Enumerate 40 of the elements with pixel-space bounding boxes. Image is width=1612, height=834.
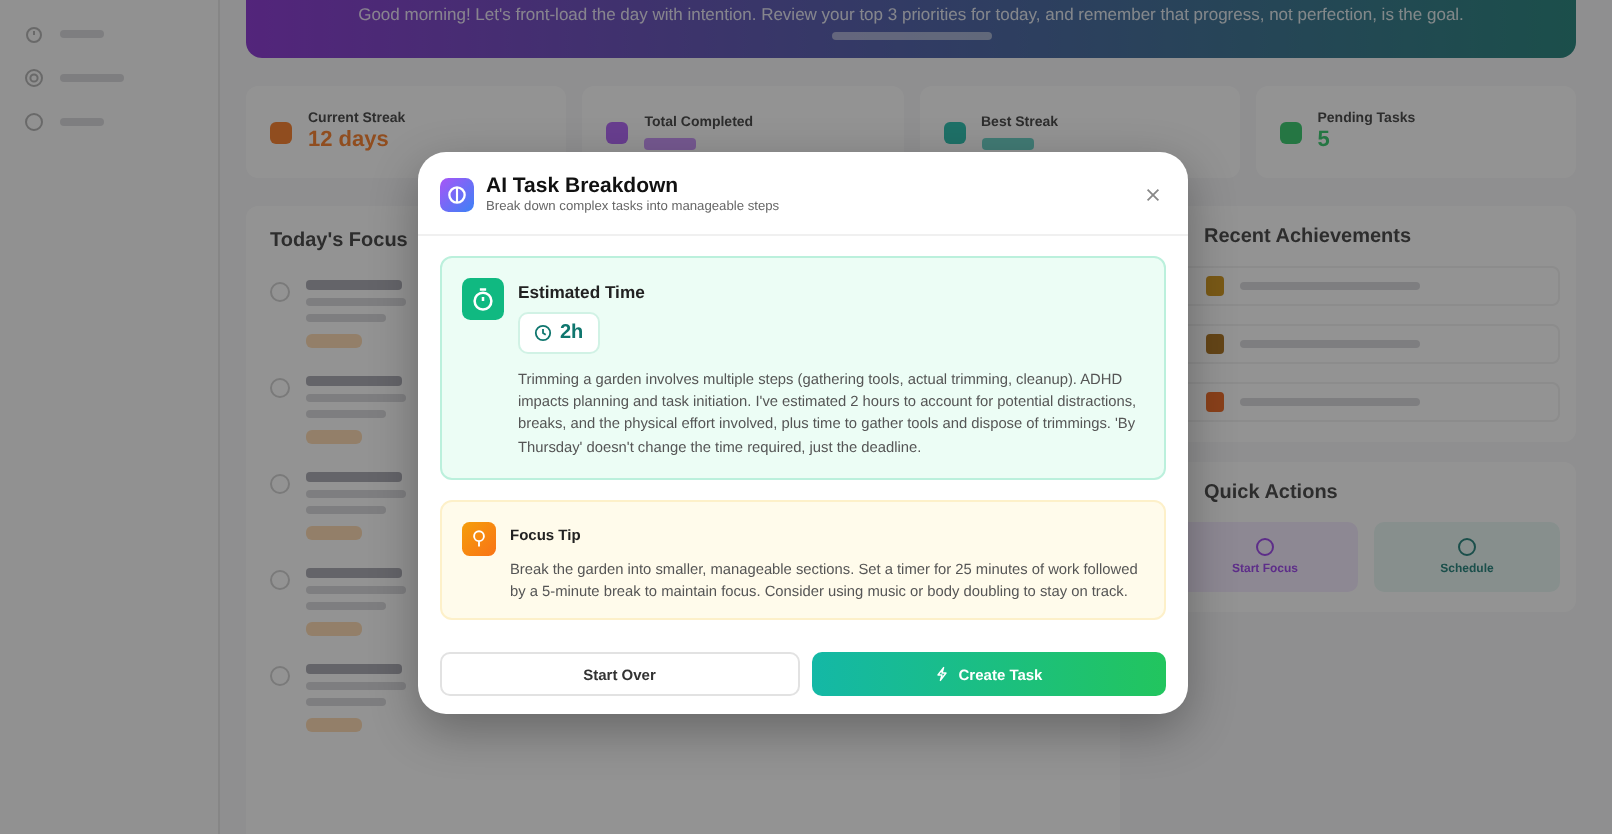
duration-value: 2h bbox=[560, 322, 584, 344]
timer-icon[interactable] bbox=[24, 24, 44, 44]
priority-tag bbox=[306, 718, 362, 732]
blurred-task-title bbox=[306, 664, 402, 674]
clock-icon bbox=[534, 324, 552, 342]
blurred-value bbox=[981, 137, 1033, 149]
target-icon[interactable] bbox=[24, 68, 44, 88]
lightning-icon bbox=[934, 666, 951, 683]
blurred-task-title bbox=[306, 472, 402, 482]
stat-icon bbox=[606, 121, 629, 143]
priority-tag bbox=[306, 334, 362, 348]
stat-icon bbox=[270, 121, 292, 143]
task-checkbox[interactable] bbox=[270, 570, 290, 590]
modal-title: AI Task Breakdown bbox=[486, 174, 681, 198]
task-checkbox[interactable] bbox=[270, 378, 290, 398]
banner-message: Good morning! Let's front-load the day with intention. Review your top 3 priorities for today, and remember that progress, not perfection, is the goal. bbox=[356, 4, 1466, 24]
stat-icon bbox=[943, 121, 965, 143]
task-checkbox[interactable] bbox=[270, 666, 290, 686]
panel-title: Estimated Time bbox=[518, 282, 647, 302]
blurred-task-title bbox=[306, 568, 402, 578]
section-title: Quick Actions bbox=[1202, 482, 1340, 504]
stopwatch-icon bbox=[462, 278, 504, 320]
blurred-task-title bbox=[306, 376, 402, 386]
trophy-icon bbox=[1206, 276, 1224, 296]
circle-icon[interactable] bbox=[24, 112, 44, 132]
blurred-value bbox=[644, 137, 697, 149]
close-icon[interactable] bbox=[1144, 185, 1162, 203]
stat-value: 5 bbox=[1317, 128, 1332, 152]
section-title: Today's Focus bbox=[270, 230, 410, 252]
priority-tag bbox=[306, 526, 362, 540]
section-title: Recent Achievements bbox=[1202, 226, 1414, 248]
priority-tag bbox=[306, 622, 362, 636]
stat-icon bbox=[1279, 121, 1302, 143]
stat-value: 12 days bbox=[308, 128, 391, 152]
blurred-task-title bbox=[306, 280, 402, 290]
trophy-icon bbox=[1206, 334, 1224, 354]
priority-tag bbox=[306, 430, 362, 444]
task-checkbox[interactable] bbox=[270, 282, 290, 302]
trophy-icon bbox=[1206, 392, 1224, 412]
task-checkbox[interactable] bbox=[270, 474, 290, 494]
